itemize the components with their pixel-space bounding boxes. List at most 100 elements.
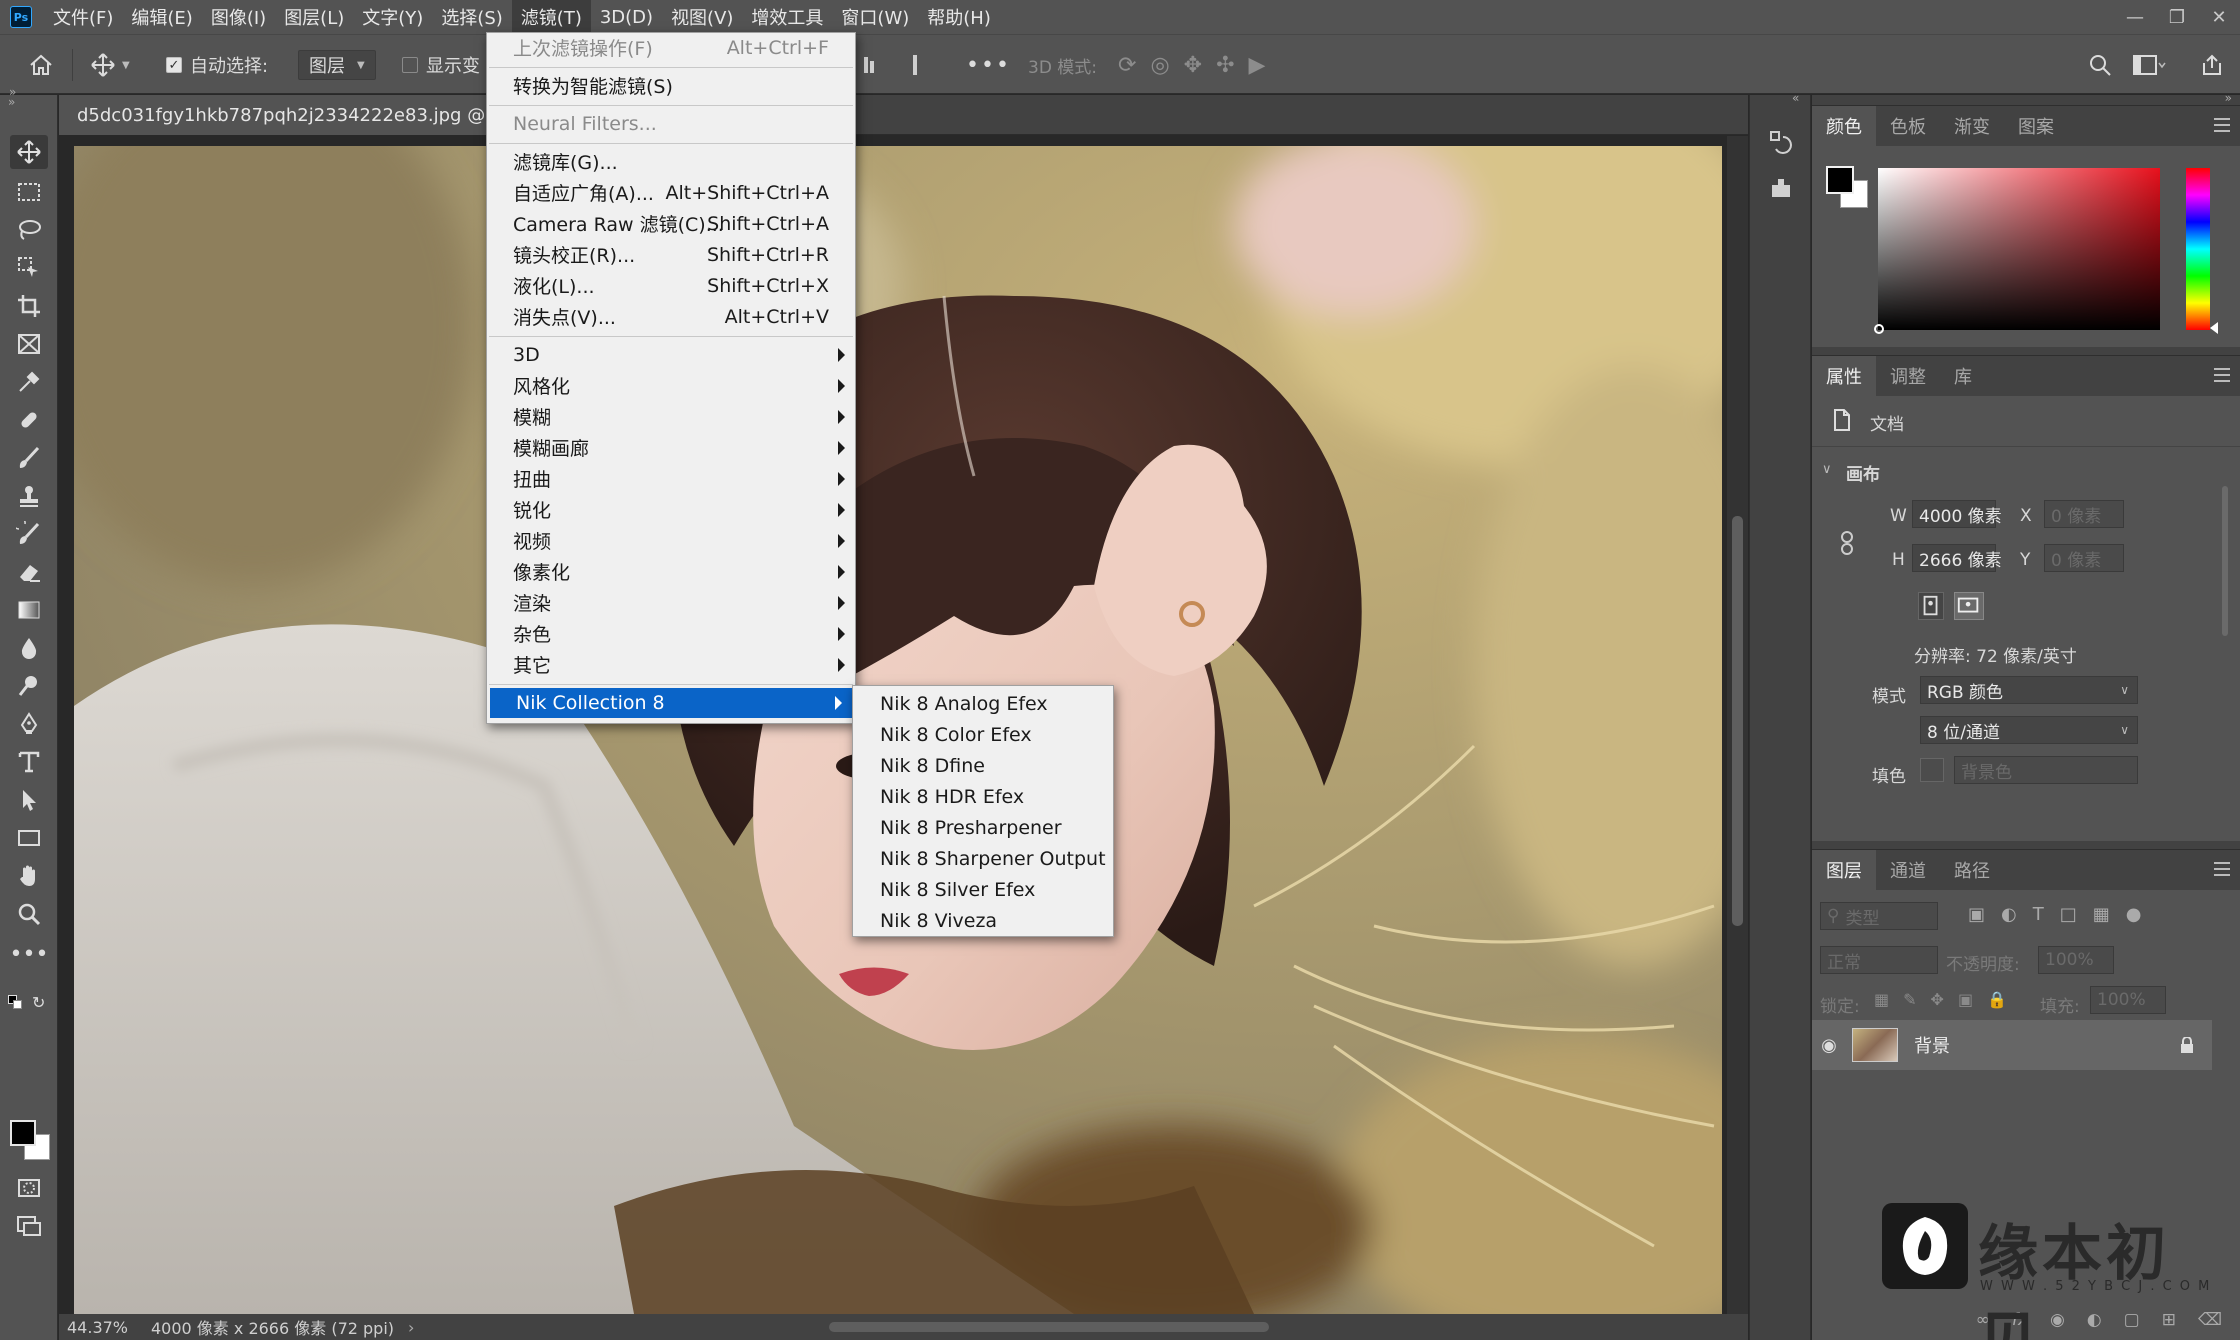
foreground-color-swatch[interactable]	[10, 1120, 36, 1146]
filter-menu-item[interactable]: Neural Filters...	[487, 109, 855, 138]
distribute-icon[interactable]	[862, 35, 876, 95]
panel-tab[interactable]: 图层	[1812, 850, 1876, 890]
pan-3d-icon[interactable]: ✥	[1184, 53, 1202, 78]
orbit-3d-icon[interactable]: ⟳	[1118, 53, 1136, 78]
width-field[interactable]: 4000 像素	[1912, 500, 2002, 528]
roll-3d-icon[interactable]: ◎	[1150, 53, 1169, 78]
auto-select-checkbox[interactable]: ✓ 自动选择:	[166, 35, 268, 95]
nik-submenu-item[interactable]: Nik 8 Color Efex	[853, 719, 1113, 750]
pixel-layer-filter-icon[interactable]: ▣	[1968, 904, 1985, 925]
fill-type-select[interactable]: 背景色	[1954, 756, 2138, 784]
quick-mask-icon[interactable]	[10, 1171, 48, 1205]
show-transform-checkbox[interactable]: 显示变	[402, 35, 480, 95]
panel-tab[interactable]: 色板	[1876, 106, 1940, 146]
collapse-panel-icon[interactable]: »	[9, 85, 16, 99]
frame-tool-icon[interactable]	[10, 327, 48, 361]
lock-transparent-icon[interactable]: ▦	[1874, 990, 1889, 1009]
close-icon[interactable]: ✕	[2198, 0, 2240, 34]
vertical-scroll-thumb[interactable]	[1732, 516, 1743, 926]
menu-item[interactable]: 文件(F)	[44, 0, 122, 34]
menu-item[interactable]: 文字(Y)	[353, 0, 432, 34]
marquee-tool-icon[interactable]	[10, 175, 48, 209]
brush-tool-icon[interactable]	[10, 441, 48, 475]
actions-panel-icon[interactable]	[1768, 175, 1794, 201]
fill-color-swatch[interactable]	[1920, 758, 1944, 782]
lock-image-icon[interactable]: ✎	[1903, 990, 1916, 1009]
hand-tool-icon[interactable]	[10, 859, 48, 893]
portrait-orientation-icon[interactable]	[1918, 592, 1944, 620]
layer-thumbnail[interactable]	[1852, 1028, 1898, 1062]
filter-menu-item[interactable]: 锐化	[487, 495, 855, 524]
menu-item[interactable]: 选择(S)	[432, 0, 511, 34]
filter-menu-item[interactable]: 转换为智能滤镜(S)	[487, 71, 855, 100]
filter-menu-item[interactable]: 视频	[487, 526, 855, 555]
menu-item[interactable]: 增效工具	[742, 0, 832, 34]
panel-tab[interactable]: 库	[1940, 356, 1986, 396]
hue-slider[interactable]	[2186, 168, 2218, 334]
adjustment-layer-filter-icon[interactable]: ◐	[2001, 904, 2017, 925]
opacity-field[interactable]: 100%	[2038, 946, 2114, 974]
panel-tab[interactable]: 属性	[1812, 356, 1876, 396]
menu-item[interactable]: 视图(V)	[662, 0, 742, 34]
vertical-scrollbar[interactable]	[1727, 136, 1748, 1314]
filter-menu-item[interactable]: 渲染	[487, 588, 855, 617]
edit-toolbar-icon[interactable]: •••	[10, 937, 49, 971]
menu-item[interactable]: 滤镜(T)	[511, 0, 591, 34]
chevron-down-icon[interactable]: ∨	[1822, 462, 1832, 477]
workspace-icon[interactable]	[2132, 35, 2166, 95]
share-icon[interactable]	[2200, 35, 2224, 95]
type-tool-icon[interactable]	[10, 745, 48, 779]
zoom-level[interactable]: 44.37%	[67, 1318, 128, 1337]
filter-menu-item[interactable]: 模糊画廊	[487, 433, 855, 462]
search-icon[interactable]	[2088, 35, 2112, 95]
filter-menu-item[interactable]: 风格化	[487, 371, 855, 400]
nik-submenu-item[interactable]: Nik 8 Silver Efex	[853, 874, 1113, 905]
pen-tool-icon[interactable]	[10, 707, 48, 741]
panel-tab[interactable]: 渐变	[1940, 106, 2004, 146]
smart-object-filter-icon[interactable]: ▦	[2093, 904, 2110, 925]
slide-3d-icon[interactable]: ✣	[1216, 53, 1234, 78]
layer-filter-select[interactable]: ⚲ 类型	[1820, 902, 1938, 930]
fill-field[interactable]: 100%	[2090, 986, 2166, 1014]
layer-name[interactable]: 背景	[1914, 1032, 2180, 1058]
height-field[interactable]: 2666 像素	[1912, 544, 2002, 572]
properties-panel-menu-icon[interactable]	[2214, 368, 2230, 382]
color-swatches-panel[interactable]	[1826, 166, 1870, 210]
y-field[interactable]: 0 像素	[2044, 544, 2124, 572]
lock-artboard-icon[interactable]: ▣	[1958, 990, 1973, 1009]
type-layer-filter-icon[interactable]: T	[2033, 904, 2044, 925]
healing-brush-tool-icon[interactable]	[10, 403, 48, 437]
layer-lock-icon[interactable]	[2180, 1036, 2194, 1053]
minimize-icon[interactable]: —	[2114, 0, 2156, 34]
filter-menu-item[interactable]: Nik Collection 8	[490, 688, 852, 718]
panel-tab[interactable]: 颜色	[1812, 106, 1876, 146]
zoom-tool-icon[interactable]	[10, 897, 48, 931]
menu-item[interactable]: 图层(L)	[275, 0, 353, 34]
color-picker-marker[interactable]	[1874, 324, 1884, 334]
history-panel-icon[interactable]	[1768, 129, 1794, 155]
filter-menu-item[interactable]: 自适应广角(A)... Alt+Shift+Ctrl+A	[487, 178, 855, 207]
object-selection-tool-icon[interactable]	[10, 251, 48, 285]
color-swatches[interactable]	[10, 1120, 52, 1162]
blend-mode-select[interactable]: 正常	[1820, 946, 1938, 974]
move-tool-icon[interactable]	[10, 135, 48, 169]
filter-menu-item[interactable]: Camera Raw 滤镜(C)... Shift+Ctrl+A	[487, 209, 855, 238]
auto-select-target-select[interactable]: 图层 ▼	[298, 50, 376, 80]
bit-depth-select[interactable]: 8 位/通道 ∨	[1920, 716, 2138, 744]
hue-slider-handle[interactable]	[2210, 322, 2218, 334]
menu-item[interactable]: 帮助(H)	[918, 0, 1000, 34]
status-arrow-icon[interactable]: ›	[408, 1318, 414, 1337]
filter-menu-item[interactable]: 其它	[487, 650, 855, 679]
filter-menu-item[interactable]: 像素化	[487, 557, 855, 586]
filter-menu-item[interactable]: 滤镜库(G)...	[487, 147, 855, 176]
properties-scrollbar[interactable]	[2220, 456, 2230, 826]
x-field[interactable]: 0 像素	[2044, 500, 2124, 528]
clone-stamp-tool-icon[interactable]	[10, 479, 48, 513]
horizontal-scroll-thumb[interactable]	[829, 1322, 1269, 1332]
eraser-tool-icon[interactable]	[10, 555, 48, 589]
menu-item[interactable]: 窗口(W)	[832, 0, 918, 34]
nik-submenu-item[interactable]: Nik 8 Sharpener Output	[853, 843, 1113, 874]
eyedropper-tool-icon[interactable]	[10, 365, 48, 399]
panel-tab[interactable]: 图案	[2004, 106, 2068, 146]
crop-tool-icon[interactable]	[10, 289, 48, 323]
